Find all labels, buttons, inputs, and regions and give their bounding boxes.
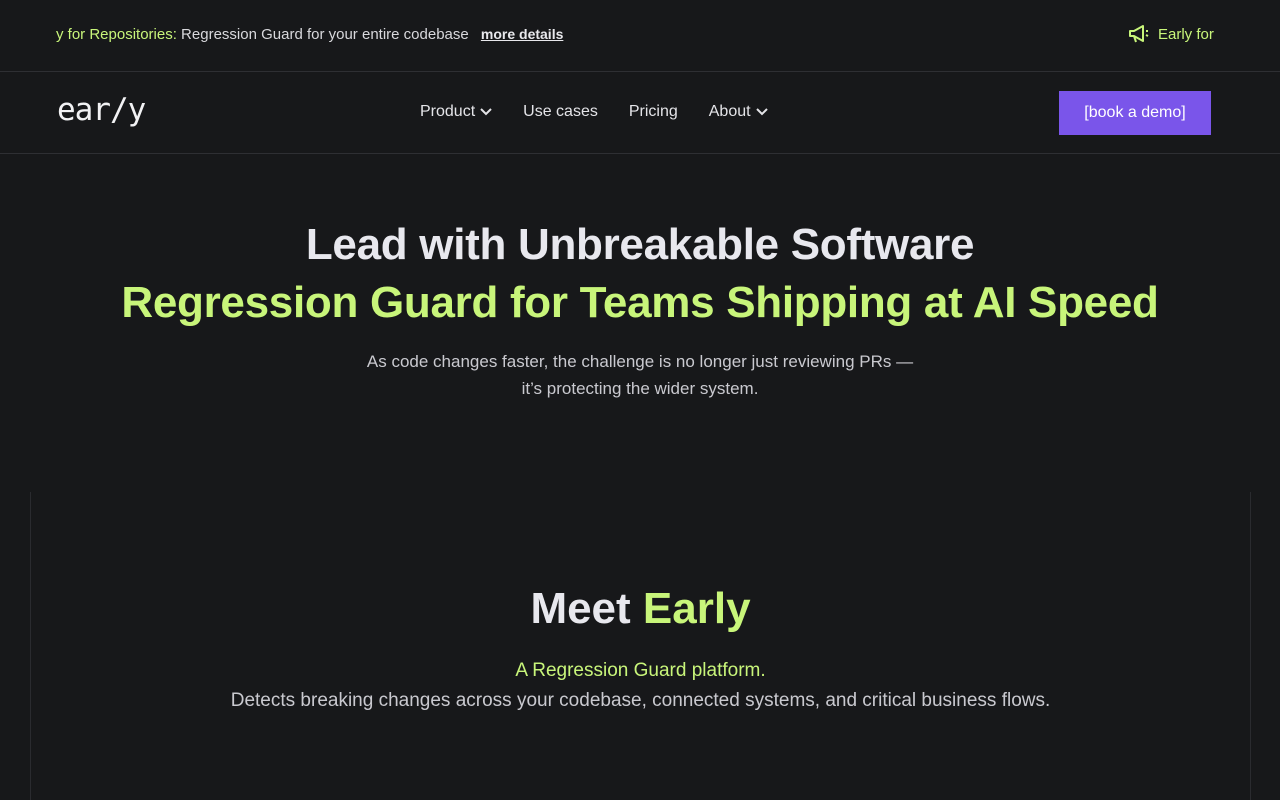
nav-item-use-cases[interactable]: Use cases	[523, 103, 598, 121]
nav-item-label: About	[708, 103, 751, 120]
hero-title: Lead with Unbreakable Software	[305, 220, 975, 269]
megaphone-icon	[1129, 25, 1149, 43]
meet-title-plain: Meet	[530, 584, 643, 633]
meet-early-title: Meet Early	[31, 584, 1250, 634]
hero-description-line-1: As code changes faster, the challenge is…	[366, 352, 914, 371]
nav-item-about[interactable]: About	[709, 103, 768, 121]
meet-early-section: Meet Early A Regression Guard platform. …	[30, 492, 1251, 800]
meet-description: Detects breaking changes across your cod…	[230, 690, 1051, 711]
meet-tagline: A Regression Guard platform.	[515, 660, 766, 681]
announcement-right[interactable]: Early for	[1128, 24, 1214, 44]
main-navigation: ear/y Product Use cases Pricing About [b…	[0, 72, 1280, 154]
nav-menu: Product Use cases Pricing About	[420, 103, 768, 121]
announcement-bar: y for Repositories: Regression Guard for…	[0, 0, 1280, 72]
chevron-down-icon	[480, 108, 492, 116]
logo[interactable]: ear/y	[57, 92, 146, 128]
nav-item-pricing[interactable]: Pricing	[629, 103, 678, 121]
meet-title-accent: Early	[642, 584, 751, 633]
nav-item-product[interactable]: Product	[420, 103, 492, 121]
chevron-down-icon	[755, 108, 768, 116]
hero-subtitle: Regression Guard for Teams Shipping at A…	[121, 278, 1159, 327]
book-demo-button[interactable]: [book a demo]	[1059, 91, 1211, 135]
more-details-link[interactable]: more details	[481, 26, 563, 42]
hero-section: Lead with Unbreakable Software Regressio…	[0, 154, 1280, 402]
announcement-right-text: Early for	[1158, 25, 1214, 43]
nav-item-label: Product	[420, 103, 476, 120]
announcement-text: y for Repositories: Regression Guard for…	[56, 26, 563, 43]
announcement-prefix: y for Repositories:	[56, 26, 177, 43]
nav-item-label: Use cases	[523, 103, 598, 120]
hero-description-line-2: it’s protecting the wider system.	[521, 379, 759, 398]
hero-description: As code changes faster, the challenge is…	[0, 348, 1280, 402]
announcement-message: Regression Guard for your entire codebas…	[176, 26, 469, 43]
nav-item-label: Pricing	[628, 103, 678, 120]
